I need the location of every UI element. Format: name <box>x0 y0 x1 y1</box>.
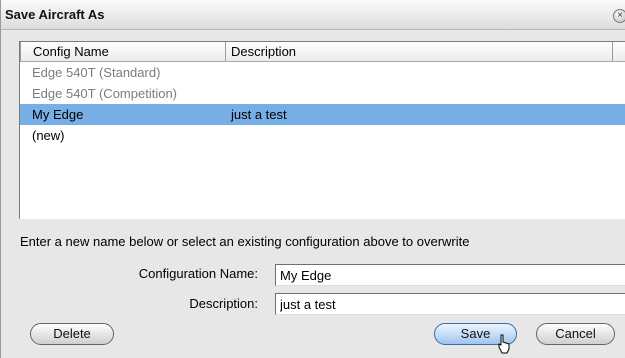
config-name-input[interactable] <box>275 264 625 286</box>
instruction-text: Enter a new name below or select an exis… <box>20 234 470 249</box>
description-label: Description: <box>189 296 258 311</box>
close-icon[interactable]: × <box>613 9 625 23</box>
description-input[interactable] <box>275 293 625 315</box>
table-header: Config Name Description <box>20 42 625 62</box>
table-row[interactable]: Edge 540T (Competition) <box>20 83 625 104</box>
mouse-pointer-icon <box>498 334 510 354</box>
cell-config-name: (new) <box>32 128 65 143</box>
cell-config-name: Edge 540T (Competition) <box>32 86 178 101</box>
table-row[interactable]: Edge 540T (Standard) <box>20 62 625 83</box>
title-bar[interactable]: Save Aircraft As × <box>1 0 625 30</box>
cell-description: just a test <box>231 107 287 122</box>
save-aircraft-dialog: Save Aircraft As × Config Name Descripti… <box>0 0 625 358</box>
cell-config-name: My Edge <box>32 107 84 122</box>
dialog-title: Save Aircraft As <box>5 7 105 22</box>
delete-button[interactable]: Delete <box>30 323 114 345</box>
table-row[interactable]: (new) <box>20 125 625 146</box>
config-table: Config Name Description Edge 540T (Stand… <box>19 41 625 219</box>
cancel-button[interactable]: Cancel <box>536 323 615 345</box>
table-body: Edge 540T (Standard) Edge 540T (Competit… <box>20 62 625 146</box>
column-header-config-name[interactable]: Config Name <box>20 42 226 61</box>
table-row-selected[interactable]: My Edge just a test <box>20 104 625 125</box>
column-header-description[interactable]: Description <box>226 42 613 61</box>
cell-config-name: Edge 540T (Standard) <box>32 65 161 80</box>
config-name-label: Configuration Name: <box>138 266 258 281</box>
